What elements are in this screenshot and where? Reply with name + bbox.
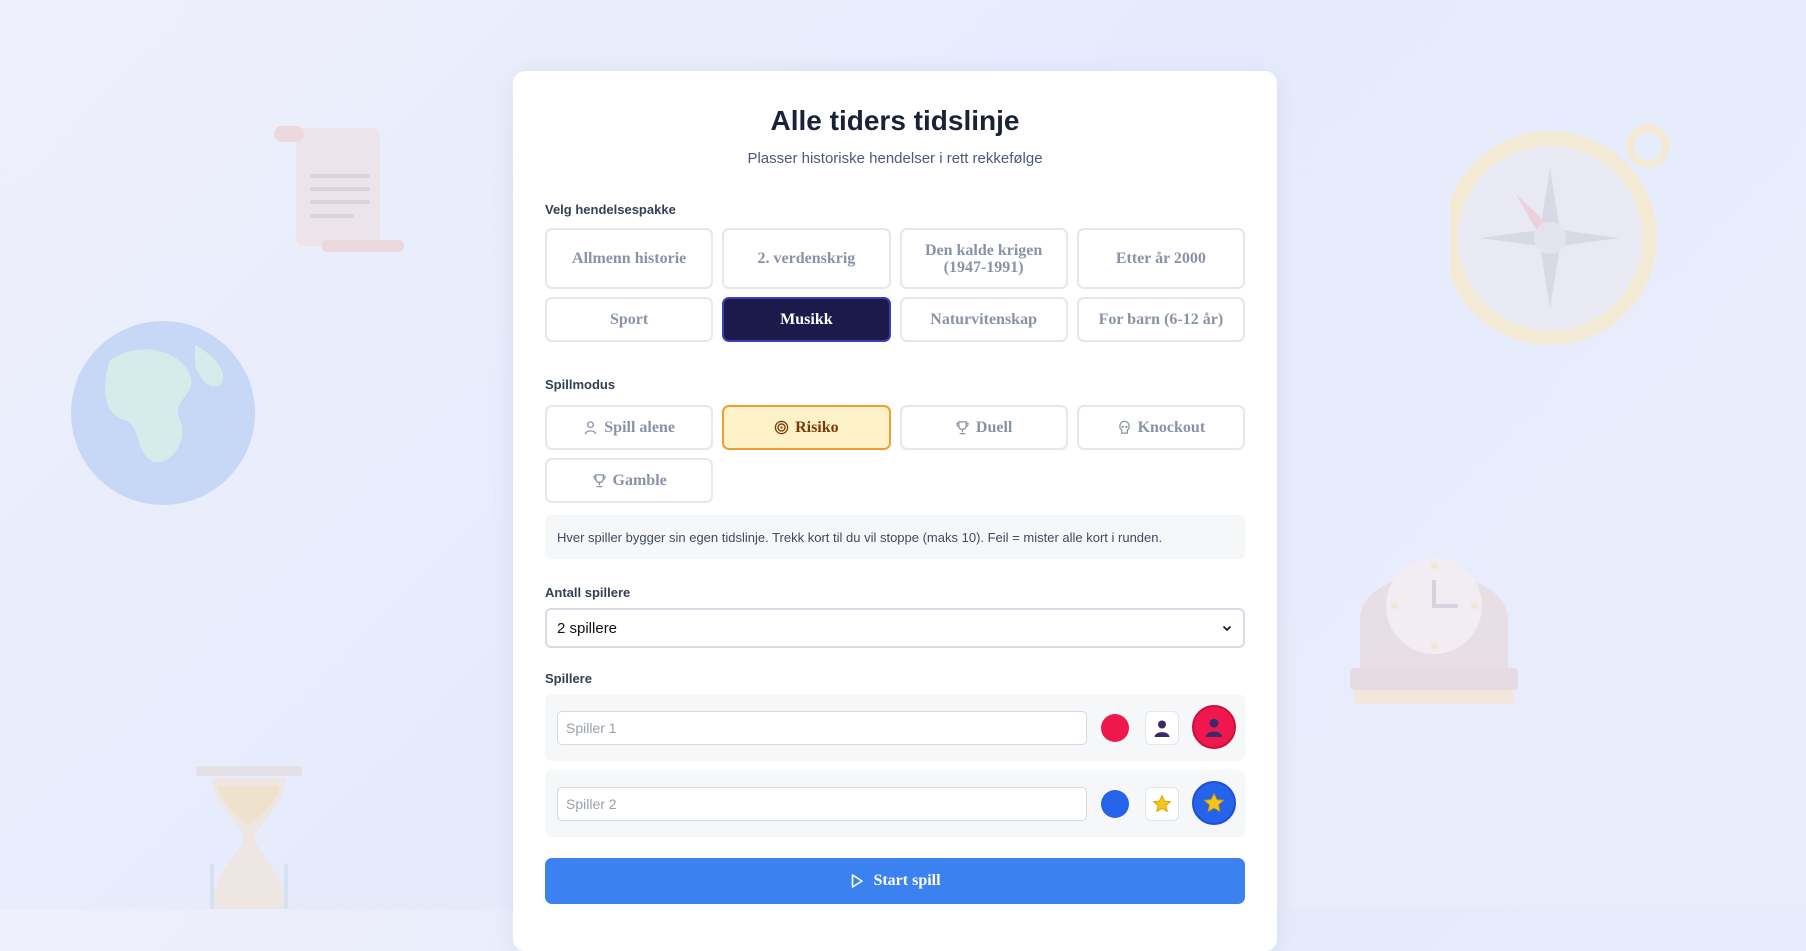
trophy-icon bbox=[956, 421, 969, 435]
hourglass-illustration bbox=[196, 766, 302, 909]
player-row bbox=[545, 770, 1245, 837]
pack-sport[interactable]: Sport bbox=[545, 297, 714, 342]
setup-card: Alle tiders tidslinje Plasser historiske… bbox=[513, 71, 1277, 951]
mode-grid: Spill alene Risiko Duell Knockout Gamble bbox=[545, 405, 1245, 503]
pack-section-label: Velg hendelsespakke bbox=[545, 202, 676, 217]
player-1-avatar bbox=[1192, 705, 1236, 749]
pack-for-barn[interactable]: For barn (6-12 år) bbox=[1076, 297, 1245, 342]
trophy-icon bbox=[592, 474, 606, 488]
mode-section-label: Spillmodus bbox=[545, 377, 616, 392]
player-1-color-picker[interactable] bbox=[1101, 714, 1129, 742]
player-2-icon-picker[interactable] bbox=[1145, 787, 1179, 821]
pack-kalde-krigen[interactable]: Den kalde krigen (1947-1991) bbox=[899, 228, 1068, 289]
user-icon bbox=[584, 421, 597, 435]
mode-spill-alene[interactable]: Spill alene bbox=[545, 405, 714, 450]
person-icon bbox=[1205, 718, 1223, 737]
player-row bbox=[545, 694, 1245, 761]
player-count-label: Antall spillere bbox=[545, 585, 631, 600]
pack-grid: Allmenn historie 2. verdenskrig Den kald… bbox=[545, 228, 1245, 342]
clock-illustration bbox=[1350, 558, 1518, 704]
mode-gamble[interactable]: Gamble bbox=[545, 458, 714, 503]
pack-naturvitenskap[interactable]: Naturvitenskap bbox=[899, 297, 1068, 342]
players-label: Spillere bbox=[545, 671, 592, 686]
scroll-illustration bbox=[274, 126, 404, 252]
player-2-avatar bbox=[1192, 781, 1236, 825]
page-title: Alle tiders tidslinje bbox=[770, 105, 1020, 136]
player-1-icon-picker[interactable] bbox=[1145, 711, 1179, 745]
mode-description: Hver spiller bygger sin egen tidslinje. … bbox=[545, 515, 1245, 559]
star-icon bbox=[1203, 792, 1225, 813]
player-count-select[interactable]: 2 spillere bbox=[545, 608, 1245, 648]
player-1-name-input[interactable] bbox=[557, 711, 1087, 745]
player-2-name-input[interactable] bbox=[557, 787, 1087, 821]
person-icon bbox=[1154, 720, 1170, 737]
pack-verdenskrig[interactable]: 2. verdenskrig bbox=[722, 228, 891, 289]
chevron-down-icon bbox=[1222, 625, 1232, 632]
mode-duell[interactable]: Duell bbox=[899, 405, 1068, 450]
skull-icon bbox=[1118, 420, 1130, 434]
compass-illustration bbox=[1450, 124, 1670, 345]
player-2-color-picker[interactable] bbox=[1101, 790, 1129, 818]
player-count-value: 2 spillere bbox=[557, 619, 618, 637]
star-icon bbox=[1152, 794, 1172, 813]
start-game-button[interactable]: Start spill bbox=[545, 858, 1245, 904]
mode-risiko[interactable]: Risiko bbox=[722, 405, 891, 450]
page-subtitle: Plasser historiske hendelser i rett rekk… bbox=[747, 150, 1043, 167]
pack-musikk[interactable]: Musikk bbox=[722, 297, 891, 342]
play-icon bbox=[852, 874, 864, 888]
pack-allmenn-historie[interactable]: Allmenn historie bbox=[545, 228, 714, 289]
target-icon bbox=[774, 420, 789, 435]
mode-knockout[interactable]: Knockout bbox=[1076, 405, 1245, 450]
globe-illustration bbox=[71, 321, 255, 505]
pack-etter-2000[interactable]: Etter år 2000 bbox=[1076, 228, 1245, 289]
